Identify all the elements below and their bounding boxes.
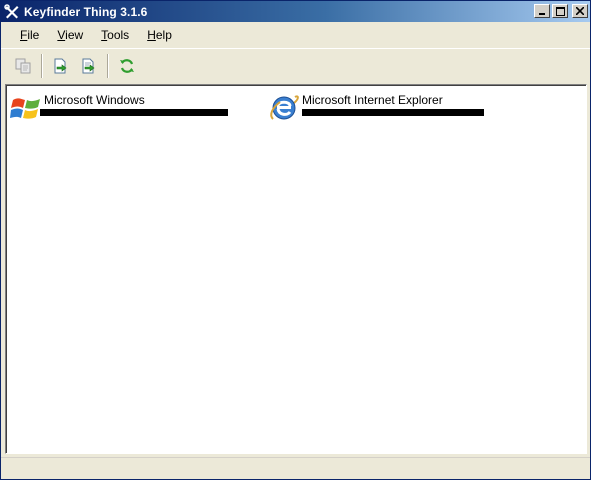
product-name: Microsoft Windows — [44, 93, 145, 107]
refresh-button[interactable] — [115, 54, 139, 78]
export-button[interactable] — [49, 54, 73, 78]
product-list[interactable]: Microsoft Windows Microsoft Internet Exp… — [5, 84, 587, 454]
export-all-button[interactable] — [77, 54, 101, 78]
close-icon — [576, 7, 584, 15]
menu-view-label: iew — [65, 28, 84, 42]
menu-view[interactable]: View — [50, 26, 90, 44]
status-bar — [1, 457, 590, 479]
redacted-product-key — [302, 109, 484, 116]
minimize-button[interactable] — [534, 4, 550, 18]
menu-tools[interactable]: Tools — [94, 26, 136, 44]
menu-file-label: ile — [27, 28, 40, 42]
internet-explorer-icon — [270, 95, 299, 120]
menu-help-label: elp — [155, 28, 172, 42]
title-buttons — [534, 4, 588, 18]
item-text: Microsoft Internet Explorer — [302, 91, 484, 123]
copy-icon — [15, 58, 31, 74]
menu-view-mnemonic: V — [57, 28, 66, 42]
list-item-microsoft-windows[interactable]: Microsoft Windows — [10, 91, 228, 123]
toolbar-separator — [107, 54, 109, 78]
menu-help[interactable]: Help — [140, 26, 179, 44]
close-button[interactable] — [572, 4, 588, 18]
menu-file[interactable]: File — [13, 26, 46, 44]
copy-button[interactable] — [11, 54, 35, 78]
keyfinder-app-icon — [4, 3, 19, 18]
refresh-icon — [120, 59, 134, 73]
maximize-icon — [555, 6, 565, 16]
title-bar[interactable]: Keyfinder Thing 3.1.6 — [1, 1, 590, 22]
menu-bar: File View Tools Help — [1, 22, 590, 48]
list-border — [6, 85, 586, 453]
export-icon — [54, 58, 67, 74]
list-item-internet-explorer[interactable]: Microsoft Internet Explorer — [268, 91, 484, 123]
export-all-icon — [82, 58, 95, 74]
menu-help-mnemonic: H — [147, 28, 156, 42]
application-window: Keyfinder Thing 3.1.6 File View Tools He… — [0, 0, 591, 480]
product-name: Microsoft Internet Explorer — [302, 93, 443, 107]
item-text: Microsoft Windows — [40, 91, 228, 123]
redacted-product-key — [40, 109, 228, 116]
toolbar-separator — [41, 54, 43, 78]
menu-tools-label: ools — [107, 28, 130, 42]
maximize-button[interactable] — [552, 4, 568, 18]
toolbar — [1, 48, 590, 83]
minimize-icon — [539, 13, 545, 15]
windows-logo-icon — [10, 98, 40, 119]
window-title: Keyfinder Thing 3.1.6 — [24, 4, 148, 19]
